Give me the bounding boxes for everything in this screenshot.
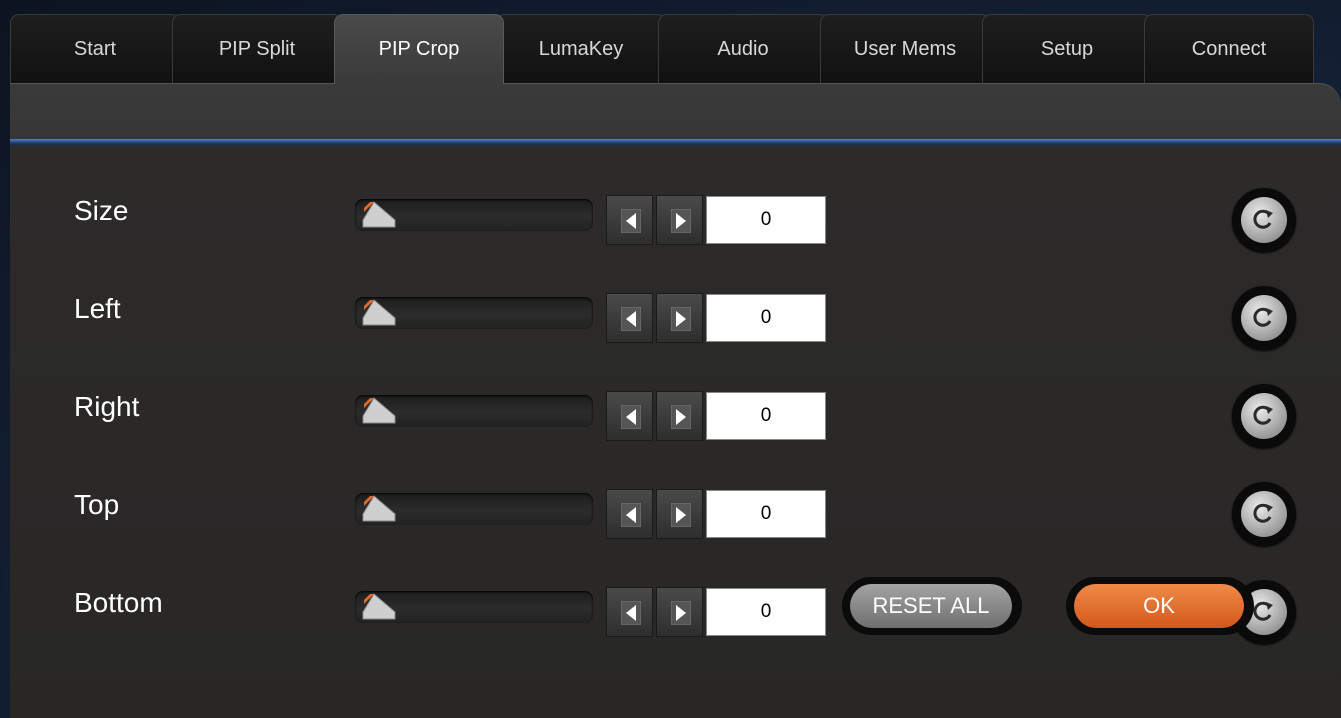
increment-button[interactable] <box>656 391 703 441</box>
tab-pip-split[interactable]: PIP Split <box>172 14 342 84</box>
left-slider[interactable] <box>355 294 593 330</box>
bottom-stepper: 0 <box>606 587 832 639</box>
row-label: Left <box>74 293 121 324</box>
decrement-button[interactable] <box>606 587 653 637</box>
triangle-left-icon <box>621 209 641 233</box>
row-label: Top <box>74 489 120 520</box>
bottom-value-field[interactable]: 0 <box>706 588 826 636</box>
triangle-left-icon <box>621 503 641 527</box>
left-stepper: 0 <box>606 293 832 345</box>
increment-button[interactable] <box>656 293 703 343</box>
tab-start[interactable]: Start <box>10 14 180 84</box>
size-slider[interactable] <box>355 196 593 232</box>
reset-circular-arrow-icon <box>1253 209 1273 229</box>
reset-circular-arrow-icon <box>1253 307 1273 327</box>
right-slider[interactable] <box>355 392 593 428</box>
size-reset-button[interactable] <box>1232 188 1296 252</box>
top-slider[interactable] <box>355 490 593 526</box>
triangle-right-icon <box>671 307 691 331</box>
row-left: Left 0 <box>10 277 1341 350</box>
size-stepper: 0 <box>606 195 832 247</box>
left-value-field[interactable]: 0 <box>706 294 826 342</box>
slider-thumb[interactable] <box>361 196 401 232</box>
reset-all-button[interactable]: RESET ALL <box>842 577 1022 635</box>
row-top: Top 0 <box>10 473 1341 546</box>
tab-audio[interactable]: Audio <box>658 14 828 84</box>
top-value-field[interactable]: 0 <box>706 490 826 538</box>
slider-thumb[interactable] <box>361 392 401 428</box>
panel-divider <box>10 139 1341 145</box>
slider-thumb[interactable] <box>361 294 401 330</box>
decrement-button[interactable] <box>606 391 653 441</box>
app-window: Start PIP Split PIP Crop LumaKey Audio U… <box>0 0 1341 718</box>
size-value-field[interactable]: 0 <box>706 196 826 244</box>
triangle-right-icon <box>671 209 691 233</box>
decrement-button[interactable] <box>606 293 653 343</box>
tab-pip-crop[interactable]: PIP Crop <box>334 14 504 84</box>
right-stepper: 0 <box>606 391 832 443</box>
top-stepper: 0 <box>606 489 832 541</box>
row-right: Right 0 <box>10 375 1341 448</box>
tab-bar: Start PIP Split PIP Crop LumaKey Audio U… <box>10 14 1314 84</box>
row-size: Size 0 <box>10 179 1341 252</box>
triangle-right-icon <box>671 503 691 527</box>
row-label: Bottom <box>74 587 163 618</box>
top-reset-button[interactable] <box>1232 482 1296 546</box>
decrement-button[interactable] <box>606 195 653 245</box>
triangle-left-icon <box>621 405 641 429</box>
triangle-right-icon <box>671 405 691 429</box>
tab-connect[interactable]: Connect <box>1144 14 1314 84</box>
triangle-left-icon <box>621 601 641 625</box>
increment-button[interactable] <box>656 195 703 245</box>
increment-button[interactable] <box>656 489 703 539</box>
tab-lumakey[interactable]: LumaKey <box>496 14 666 84</box>
triangle-right-icon <box>671 601 691 625</box>
bottom-slider[interactable] <box>355 588 593 624</box>
tab-user-mems[interactable]: User Mems <box>820 14 990 84</box>
right-value-field[interactable]: 0 <box>706 392 826 440</box>
right-reset-button[interactable] <box>1232 384 1296 448</box>
increment-button[interactable] <box>656 587 703 637</box>
reset-all-label: RESET ALL <box>850 584 1012 628</box>
row-label: Size <box>74 195 129 226</box>
row-label: Right <box>74 391 140 422</box>
slider-thumb[interactable] <box>361 490 401 526</box>
reset-circular-arrow-icon <box>1253 405 1273 425</box>
left-reset-button[interactable] <box>1232 286 1296 350</box>
reset-circular-arrow-icon <box>1253 503 1273 523</box>
decrement-button[interactable] <box>606 489 653 539</box>
ok-button[interactable]: OK <box>1066 577 1254 635</box>
slider-thumb[interactable] <box>361 588 401 624</box>
ok-label: OK <box>1074 584 1244 628</box>
tab-setup[interactable]: Setup <box>982 14 1152 84</box>
triangle-left-icon <box>621 307 641 331</box>
